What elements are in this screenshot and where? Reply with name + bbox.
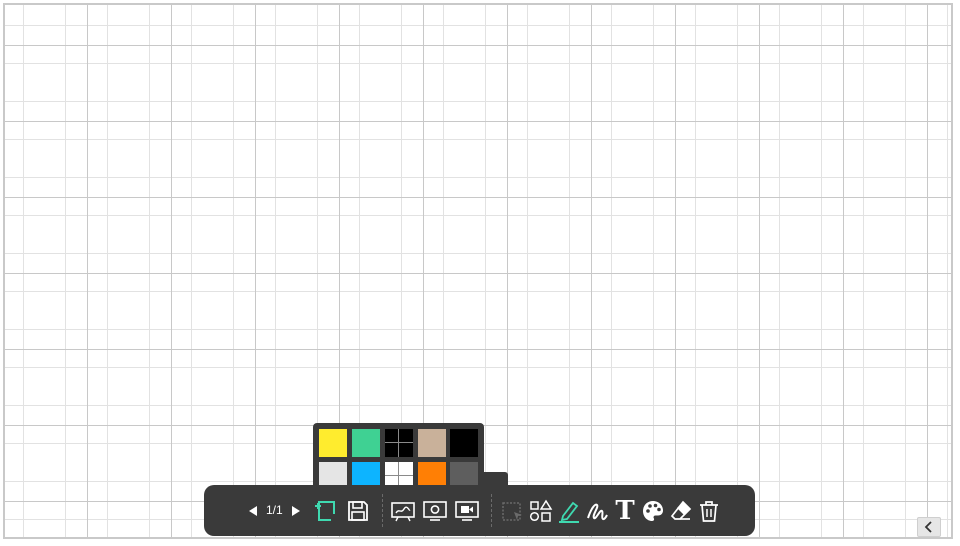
shapes-icon bbox=[529, 499, 553, 522]
add-page-icon bbox=[315, 501, 335, 521]
toolbar-divider bbox=[382, 494, 384, 527]
text-tool-button[interactable]: T bbox=[611, 497, 639, 525]
screen-record-button[interactable] bbox=[453, 497, 481, 525]
brush-button[interactable] bbox=[583, 497, 611, 525]
eraser-icon bbox=[670, 500, 692, 520]
swatch-tan[interactable] bbox=[418, 429, 446, 457]
shapes-button[interactable] bbox=[527, 497, 555, 525]
swatch-yellow[interactable] bbox=[319, 429, 347, 457]
swatch-black[interactable] bbox=[450, 429, 478, 457]
toolbar-divider bbox=[491, 494, 493, 527]
page-indicator: 1/1 bbox=[266, 503, 283, 517]
chevron-left-icon bbox=[924, 521, 932, 533]
eraser-button[interactable] bbox=[667, 497, 695, 525]
triangle-right-icon[interactable] bbox=[290, 504, 302, 518]
color-button[interactable] bbox=[639, 497, 667, 525]
screen-capture-icon bbox=[423, 501, 447, 521]
add-page-button[interactable] bbox=[312, 497, 340, 525]
screen-capture-button[interactable] bbox=[421, 497, 449, 525]
whiteboard-button[interactable] bbox=[389, 497, 417, 525]
collapse-toolbar-button[interactable] bbox=[917, 517, 941, 537]
save-button[interactable] bbox=[344, 497, 372, 525]
whiteboard-icon bbox=[391, 502, 415, 522]
pen-button[interactable] bbox=[555, 497, 583, 525]
trash-icon bbox=[700, 501, 718, 522]
save-icon bbox=[348, 501, 368, 521]
pen-icon bbox=[559, 501, 579, 523]
clear-button[interactable] bbox=[695, 497, 723, 525]
swatch-black-grid[interactable] bbox=[385, 429, 413, 457]
brush-icon bbox=[587, 503, 608, 521]
palette-icon bbox=[643, 501, 663, 521]
swatch-green[interactable] bbox=[352, 429, 380, 457]
bottom-toolbar: 1/1 T bbox=[204, 485, 755, 536]
triangle-left-icon[interactable] bbox=[247, 504, 259, 518]
text-icon: T bbox=[615, 496, 635, 526]
screen-record-icon bbox=[455, 501, 479, 521]
select-button[interactable] bbox=[499, 497, 527, 525]
select-icon bbox=[502, 502, 522, 521]
